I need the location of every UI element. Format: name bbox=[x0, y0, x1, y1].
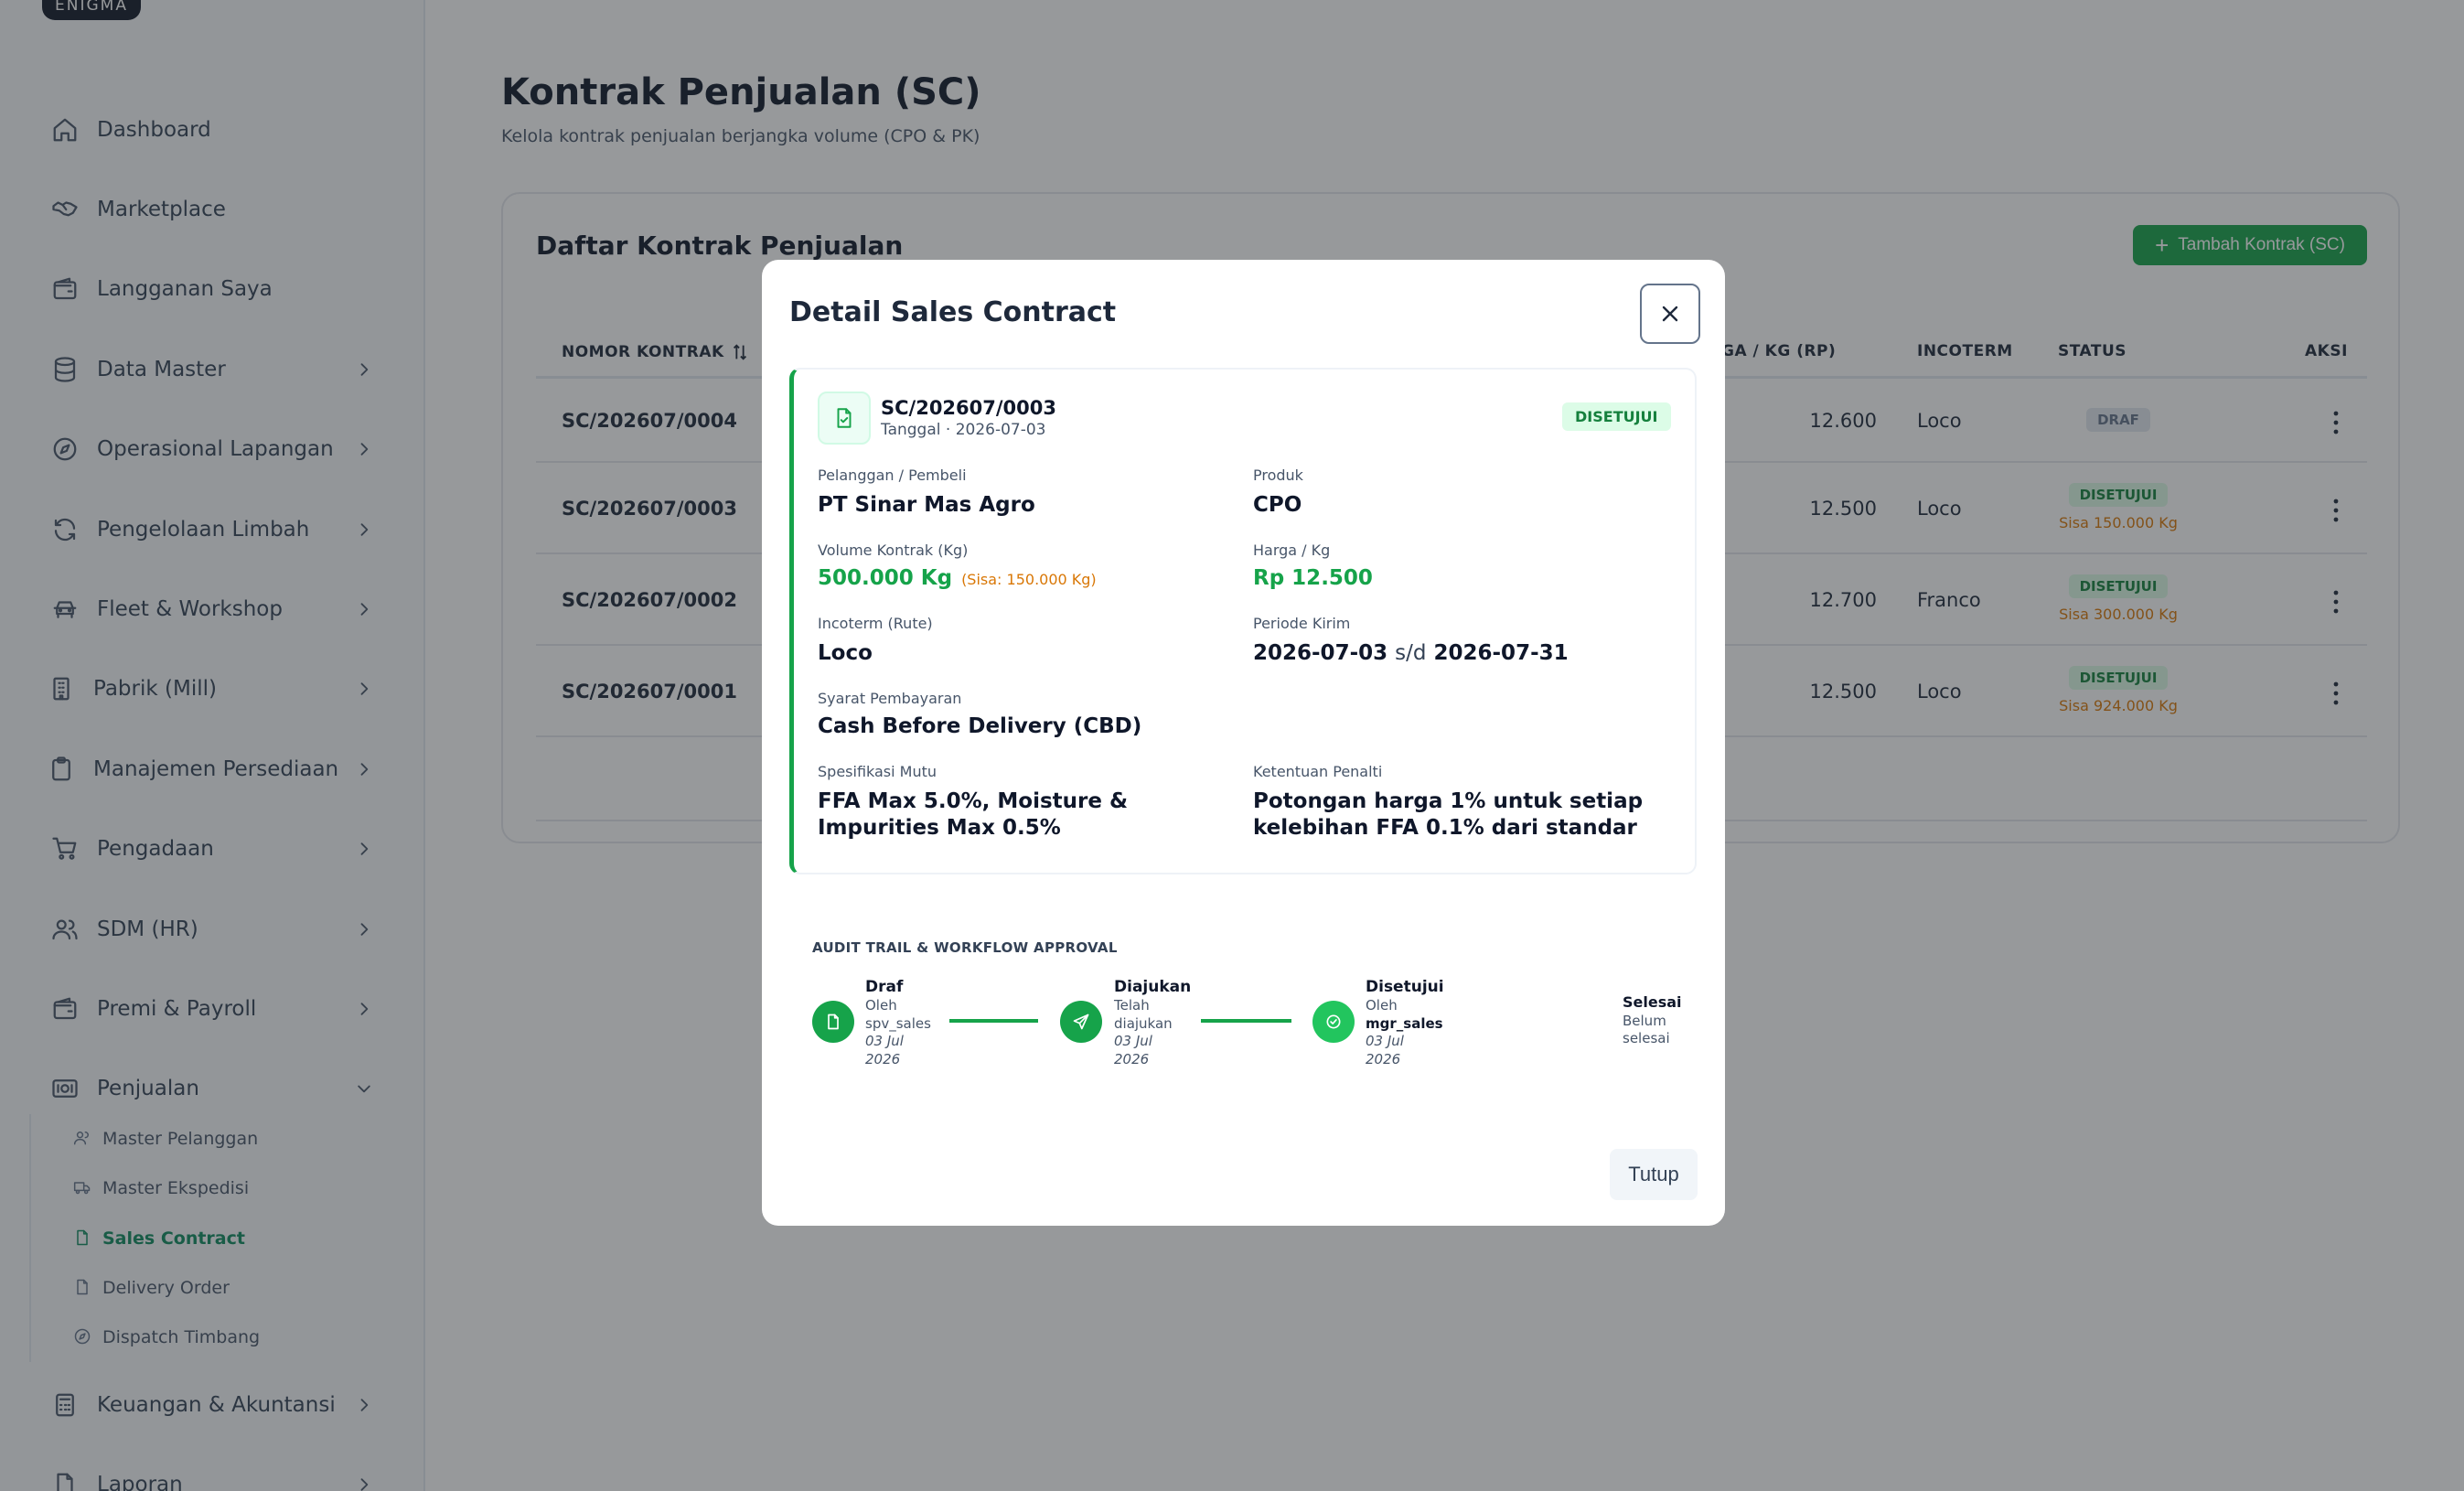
customer-label: Pelanggan / Pembeli bbox=[818, 467, 967, 484]
step-line1: Oleh bbox=[1366, 997, 1398, 1014]
close-button[interactable] bbox=[1640, 284, 1700, 344]
contract-date: Tanggal · 2026-07-03 bbox=[881, 421, 1046, 439]
file-icon bbox=[812, 1001, 854, 1043]
workflow-step-draf: Draf Oleh spv_sales 03 Jul 2026 bbox=[865, 977, 931, 1068]
volume-amount: 500.000 Kg bbox=[818, 566, 953, 590]
step-line2: mgr_sales bbox=[1366, 1014, 1443, 1032]
step-line1: Oleh bbox=[865, 997, 897, 1014]
step-title: Disetujui bbox=[1366, 978, 1444, 996]
payment-label: Syarat Pembayaran bbox=[818, 690, 962, 707]
tutup-button[interactable]: Tutup bbox=[1610, 1149, 1698, 1200]
workflow-step-disetujui: Disetujui Oleh mgr_sales 03 Jul 2026 bbox=[1366, 977, 1444, 1068]
period-separator: s/d bbox=[1395, 641, 1427, 665]
workflow-step-diajukan: Diajukan Telah diajukan 03 Jul 2026 bbox=[1114, 977, 1191, 1068]
workflow-connector bbox=[949, 1019, 1038, 1023]
step-title: Selesai bbox=[1623, 993, 1682, 1011]
price-label: Harga / Kg bbox=[1253, 542, 1331, 559]
workflow-step-selesai: Selesai Belum selesai bbox=[1623, 993, 1682, 1048]
step-date1: 03 Jul bbox=[1366, 1033, 1404, 1050]
step-line2: diajukan bbox=[1114, 1014, 1173, 1032]
period-label: Periode Kirim bbox=[1253, 615, 1351, 632]
incoterm-value: Loco bbox=[818, 641, 873, 665]
step-date2: 2026 bbox=[1114, 1050, 1150, 1067]
period-start: 2026-07-03 bbox=[1253, 641, 1388, 665]
document-icon bbox=[818, 392, 871, 445]
contract-detail-panel: SC/202607/0003 Tanggal · 2026-07-03 DISE… bbox=[789, 368, 1697, 874]
audit-trail-title: AUDIT TRAIL & WORKFLOW APPROVAL bbox=[812, 939, 1118, 956]
step-title: Diajukan bbox=[1114, 978, 1192, 996]
volume-remaining: (Sisa: 150.000 Kg) bbox=[961, 571, 1097, 588]
product-value: CPO bbox=[1253, 493, 1302, 517]
send-icon bbox=[1060, 1001, 1102, 1043]
payment-value: Cash Before Delivery (CBD) bbox=[818, 714, 1142, 738]
product-label: Produk bbox=[1253, 467, 1303, 484]
modal-title: Detail Sales Contract bbox=[789, 296, 1117, 328]
penalty-label: Ketentuan Penalti bbox=[1253, 763, 1383, 780]
step-date1: 03 Jul bbox=[865, 1033, 904, 1050]
quality-value: FFA Max 5.0%, Moisture & Impurities Max … bbox=[818, 789, 1129, 840]
incoterm-label: Incoterm (Rute) bbox=[818, 615, 933, 632]
penalty-value: Potongan harga 1% untuk setiap kelebihan… bbox=[1253, 789, 1644, 840]
step-title: Draf bbox=[865, 978, 904, 996]
step-date2: 2026 bbox=[865, 1050, 901, 1067]
step-date2: 2026 bbox=[1366, 1050, 1401, 1067]
detail-modal: Detail Sales Contract SC/202607/0003 Tan… bbox=[762, 260, 1725, 1226]
volume-label: Volume Kontrak (Kg) bbox=[818, 542, 969, 559]
period-value: 2026-07-03 s/d 2026-07-31 bbox=[1253, 640, 1569, 667]
close-icon bbox=[1659, 303, 1681, 325]
customer-value: PT Sinar Mas Agro bbox=[818, 493, 1035, 517]
workflow-connector bbox=[1201, 1019, 1291, 1023]
price-value: Rp 12.500 bbox=[1253, 566, 1373, 590]
step-date1: 03 Jul bbox=[1114, 1033, 1152, 1050]
step-line1: Belum bbox=[1623, 1012, 1666, 1029]
volume-value: 500.000 Kg (Sisa: 150.000 Kg) bbox=[818, 565, 1097, 592]
contract-number: SC/202607/0003 bbox=[881, 397, 1056, 419]
status-badge: DISETUJUI bbox=[1562, 402, 1671, 431]
step-line2: spv_sales bbox=[865, 1014, 931, 1032]
period-end: 2026-07-31 bbox=[1433, 641, 1569, 665]
step-line1: Telah bbox=[1114, 997, 1150, 1014]
quality-label: Spesifikasi Mutu bbox=[818, 763, 937, 780]
check-circle-icon bbox=[1312, 1001, 1355, 1043]
step-line2: selesai bbox=[1623, 1030, 1670, 1047]
